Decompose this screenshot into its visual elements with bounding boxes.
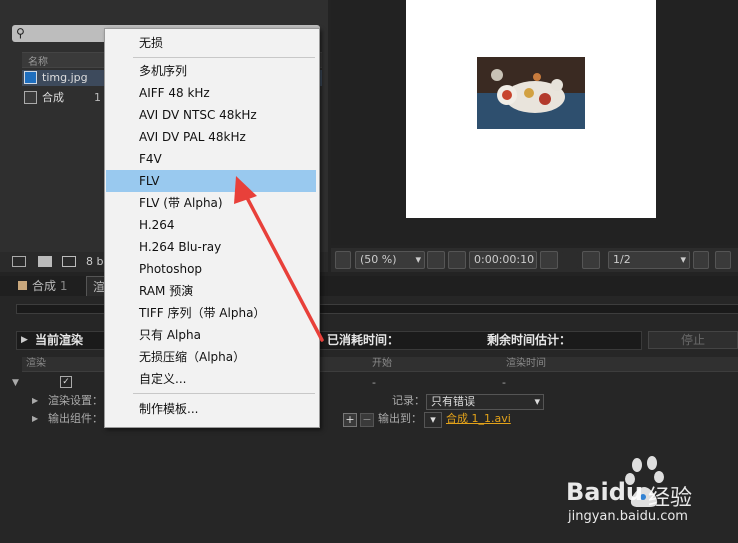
watermark-product: 经验 bbox=[648, 486, 693, 511]
watermark-brand-part1: Bai bbox=[566, 478, 609, 506]
watermark-brand: Baidu bbox=[566, 478, 643, 506]
watermark-url: jingyan.baidu.com bbox=[568, 509, 688, 524]
watermark-brand-part2: du bbox=[608, 478, 643, 506]
